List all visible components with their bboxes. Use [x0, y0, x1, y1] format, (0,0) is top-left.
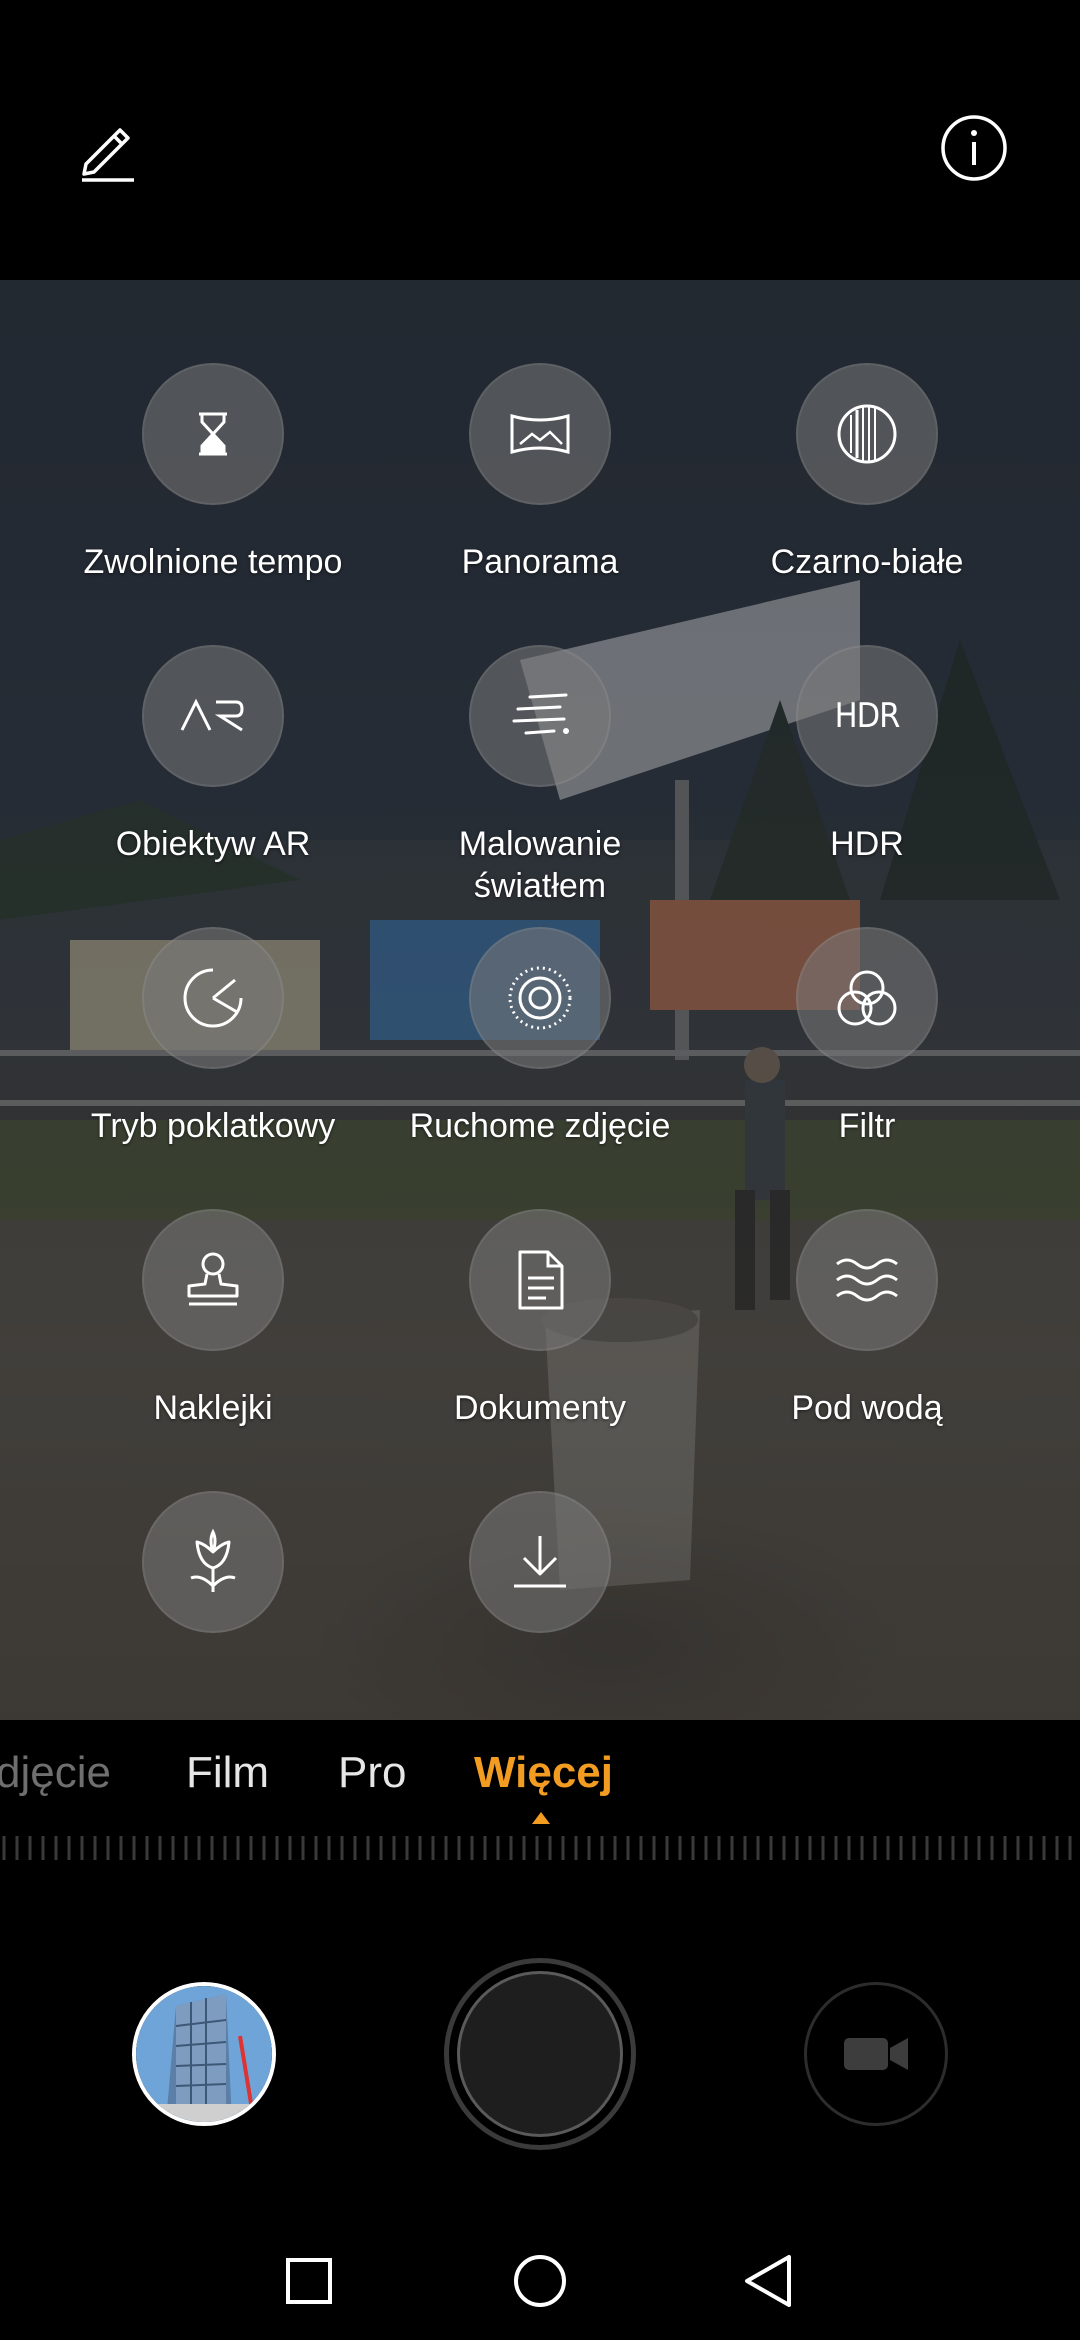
mode-tile-flower[interactable]: [53, 1491, 373, 1669]
camera-viewfinder: Zwolnione tempo Panorama Czarno-białe Ob…: [0, 280, 1080, 1720]
mode-label: Dokumenty: [454, 1389, 626, 1427]
triangle-back-icon[interactable]: [724, 2236, 814, 2326]
monochrome-icon: [796, 363, 938, 505]
active-tab-indicator: [532, 1812, 550, 1824]
mode-label: Naklejki: [153, 1389, 273, 1427]
time-lapse-icon: [142, 927, 284, 1069]
zoom-ruler[interactable]: [0, 1830, 1080, 1866]
mode-tile-documents[interactable]: Dokumenty: [380, 1209, 700, 1429]
tab-pro[interactable]: Pro: [338, 1748, 406, 1798]
mode-tile-download[interactable]: [380, 1491, 700, 1669]
sticker-stamp-icon: [142, 1209, 284, 1351]
mode-tile-stickers[interactable]: Naklejki: [53, 1209, 373, 1429]
tab-film[interactable]: Film: [186, 1748, 269, 1798]
mode-tile-underwater[interactable]: Pod wodą: [707, 1209, 1027, 1429]
square-icon[interactable]: [264, 2236, 354, 2326]
pencil-icon[interactable]: [60, 100, 156, 196]
mode-label: HDR: [830, 825, 904, 863]
hdr-icon-text: HDR: [834, 696, 901, 736]
info-icon[interactable]: [926, 100, 1022, 196]
mode-label: Czarno-białe: [770, 543, 964, 581]
mode-label: Filtr: [838, 1107, 896, 1145]
download-icon: [469, 1491, 611, 1633]
mode-label: Ruchome zdjęcie: [409, 1107, 671, 1145]
video-camera-icon[interactable]: [804, 1982, 948, 2126]
mode-label: Pod wodą: [791, 1389, 943, 1427]
filter-icon: [796, 927, 938, 1069]
tab-photo[interactable]: djęcie: [0, 1748, 111, 1798]
light-painting-icon: [469, 645, 611, 787]
mode-label: Obiektyw AR: [115, 825, 311, 863]
ar-icon: [142, 645, 284, 787]
mode-tile-hdr[interactable]: HDR HDR: [707, 645, 1027, 865]
document-icon: [469, 1209, 611, 1351]
mode-tile-monochrome[interactable]: Czarno-białe: [707, 363, 1027, 583]
panorama-icon: [469, 363, 611, 505]
system-nav-bar: [0, 2220, 1080, 2340]
mode-tile-time-lapse[interactable]: Tryb poklatkowy: [53, 927, 373, 1147]
mode-strip: djęcie Film Pro Więcej: [0, 1720, 1080, 1840]
top-bar: [0, 0, 1080, 280]
tab-more[interactable]: Więcej: [474, 1748, 613, 1798]
mode-label: Panorama: [461, 543, 619, 581]
mode-tile-panorama[interactable]: Panorama: [380, 363, 700, 583]
hourglass-icon: [142, 363, 284, 505]
mode-label: Malowanie światłem: [458, 825, 622, 905]
gallery-thumbnail[interactable]: [132, 1982, 276, 2126]
mode-tile-ar-lens[interactable]: Obiektyw AR: [53, 645, 373, 865]
mode-tile-filter[interactable]: Filtr: [707, 927, 1027, 1147]
mode-label: Zwolnione tempo: [83, 543, 343, 581]
underwater-waves-icon: [796, 1209, 938, 1351]
flower-icon: [142, 1491, 284, 1633]
mode-tile-moving-picture[interactable]: Ruchome zdjęcie: [380, 927, 700, 1147]
shutter-inner: [457, 1971, 623, 2137]
mode-label: Tryb poklatkowy: [90, 1107, 336, 1145]
hdr-icon: HDR: [796, 645, 938, 787]
moving-picture-icon: [469, 927, 611, 1069]
mode-tile-light-painting[interactable]: Malowanie światłem: [380, 645, 700, 907]
shutter-button[interactable]: [444, 1958, 636, 2150]
mode-tile-slow-motion[interactable]: Zwolnione tempo: [53, 363, 373, 583]
capture-controls: [0, 1900, 1080, 2220]
circle-icon[interactable]: [495, 2236, 585, 2326]
